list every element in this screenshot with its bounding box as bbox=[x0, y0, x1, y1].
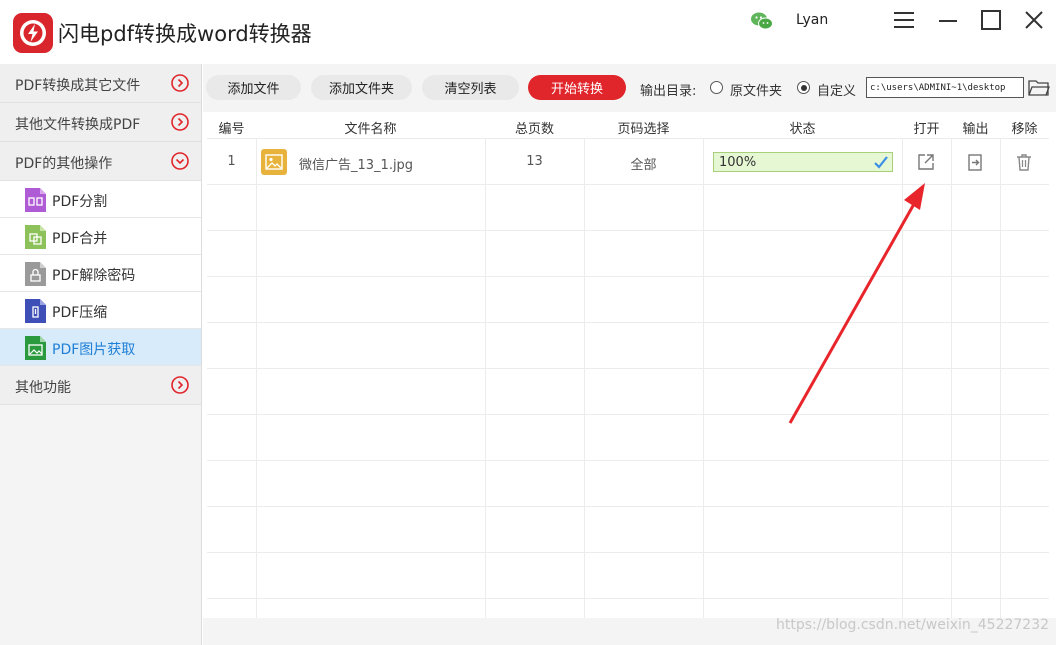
header-index: 编号 bbox=[218, 122, 245, 137]
pdf-split-icon bbox=[25, 188, 46, 212]
sidebar-item-pdf-unlock[interactable]: PDF解除密码 bbox=[0, 255, 201, 292]
sidebar: PDF转换成其它文件 其他文件转换成PDF PDF的其他操作 PDF分割 PDF… bbox=[0, 64, 202, 645]
checkmark-icon bbox=[874, 156, 888, 169]
row-page-range[interactable]: 全部 bbox=[584, 154, 703, 173]
pdf-image-extract-icon bbox=[25, 336, 46, 360]
sidebar-item-label: PDF分割 bbox=[52, 194, 108, 210]
maximize-icon[interactable] bbox=[979, 9, 1003, 31]
sidebar-category-pdf-operations[interactable]: PDF的其他操作 bbox=[0, 142, 201, 181]
clear-list-button[interactable]: 清空列表 bbox=[422, 75, 519, 100]
sidebar-item-label: PDF合并 bbox=[52, 231, 108, 247]
radio-original-folder-label[interactable]: 原文件夹 bbox=[730, 80, 782, 99]
header-page-range: 页码选择 bbox=[617, 122, 670, 137]
table-row bbox=[207, 461, 1049, 507]
sidebar-item-pdf-split[interactable]: PDF分割 bbox=[0, 181, 201, 218]
table-row bbox=[207, 277, 1049, 323]
sidebar-item-pdf-image-extract[interactable]: PDF图片获取 bbox=[0, 329, 201, 366]
header-pages: 总页数 bbox=[514, 122, 554, 137]
table-row bbox=[207, 415, 1049, 461]
header-filename: 文件名称 bbox=[344, 122, 397, 137]
sidebar-item-label: PDF解除密码 bbox=[52, 268, 136, 284]
minimize-icon[interactable] bbox=[936, 9, 960, 31]
chevron-right-icon bbox=[171, 376, 189, 394]
sidebar-category-label: 其他文件转换成PDF bbox=[15, 117, 141, 133]
header-open: 打开 bbox=[913, 122, 940, 137]
progress-text: 100% bbox=[719, 155, 757, 170]
pdf-unlock-icon bbox=[25, 262, 46, 286]
table-header: 编号 文件名称 总页数 页码选择 状态 打开 输出 移除 bbox=[207, 112, 1049, 139]
chevron-right-icon bbox=[171, 74, 189, 92]
start-convert-button[interactable]: 开始转换 bbox=[528, 75, 626, 100]
row-filename: 微信广告_13_1.jpg bbox=[299, 158, 414, 173]
table-row bbox=[207, 507, 1049, 553]
close-icon[interactable] bbox=[1022, 9, 1046, 31]
header-status: 状态 bbox=[789, 122, 816, 137]
output-dir-label: 输出目录: bbox=[640, 84, 697, 99]
pdf-merge-icon bbox=[25, 225, 46, 249]
chevron-right-icon bbox=[171, 113, 189, 131]
radio-original-folder[interactable] bbox=[710, 81, 723, 94]
sidebar-item-pdf-merge[interactable]: PDF合并 bbox=[0, 218, 201, 255]
table-row bbox=[207, 553, 1049, 599]
sidebar-item-label: PDF图片获取 bbox=[52, 342, 136, 358]
add-folder-button[interactable]: 添加文件夹 bbox=[311, 75, 412, 100]
add-file-button[interactable]: 添加文件 bbox=[206, 75, 301, 100]
sidebar-item-pdf-compress[interactable]: PDF压缩 bbox=[0, 292, 201, 329]
app-title: 闪电pdf转换成word转换器 bbox=[58, 22, 312, 46]
table-row bbox=[207, 185, 1049, 231]
table-row bbox=[207, 323, 1049, 369]
table-row bbox=[207, 231, 1049, 277]
table-row bbox=[207, 369, 1049, 415]
sidebar-item-label: PDF压缩 bbox=[52, 305, 108, 321]
sidebar-category-label: PDF转换成其它文件 bbox=[15, 78, 141, 94]
watermark-text: https://blog.csdn.net/weixin_45227232 bbox=[776, 617, 1050, 633]
progress-bar: 100% bbox=[713, 152, 893, 172]
trash-icon[interactable] bbox=[1014, 152, 1034, 172]
table-row[interactable]: 1 微信广告_13_1.jpg 13 全部 100% bbox=[207, 139, 1049, 185]
sidebar-category-other-to-pdf[interactable]: 其他文件转换成PDF bbox=[0, 103, 201, 142]
sidebar-category-pdf-to-other[interactable]: PDF转换成其它文件 bbox=[0, 64, 201, 103]
user-name[interactable]: Lyan bbox=[796, 12, 828, 28]
toolbar: 添加文件 添加文件夹 清空列表 开始转换 输出目录: 原文件夹 自定义 bbox=[203, 64, 1056, 112]
wechat-icon[interactable] bbox=[750, 10, 774, 32]
menu-icon[interactable] bbox=[892, 9, 916, 31]
radio-custom-folder-label[interactable]: 自定义 bbox=[817, 80, 856, 99]
sidebar-category-label: 其他功能 bbox=[15, 380, 71, 396]
chevron-down-icon bbox=[171, 152, 189, 170]
sidebar-category-label: PDF的其他操作 bbox=[15, 156, 113, 172]
pdf-compress-icon bbox=[25, 299, 46, 323]
image-file-icon bbox=[261, 149, 287, 175]
app-logo-icon bbox=[13, 13, 53, 53]
row-index: 1 bbox=[227, 154, 236, 169]
file-table: 编号 文件名称 总页数 页码选择 状态 打开 输出 移除 1 微信广告_13_1… bbox=[207, 112, 1049, 618]
open-external-icon[interactable] bbox=[916, 152, 936, 172]
row-pages: 13 bbox=[526, 154, 543, 169]
title-bar: 闪电pdf转换成word转换器 Lyan bbox=[0, 0, 1056, 64]
folder-open-icon[interactable] bbox=[1028, 78, 1050, 97]
header-output: 输出 bbox=[962, 122, 989, 137]
export-icon[interactable] bbox=[965, 152, 985, 172]
radio-custom-folder[interactable] bbox=[797, 81, 810, 94]
output-path-field[interactable] bbox=[866, 77, 1024, 98]
sidebar-category-other-functions[interactable]: 其他功能 bbox=[0, 366, 201, 405]
header-remove: 移除 bbox=[1011, 122, 1038, 137]
